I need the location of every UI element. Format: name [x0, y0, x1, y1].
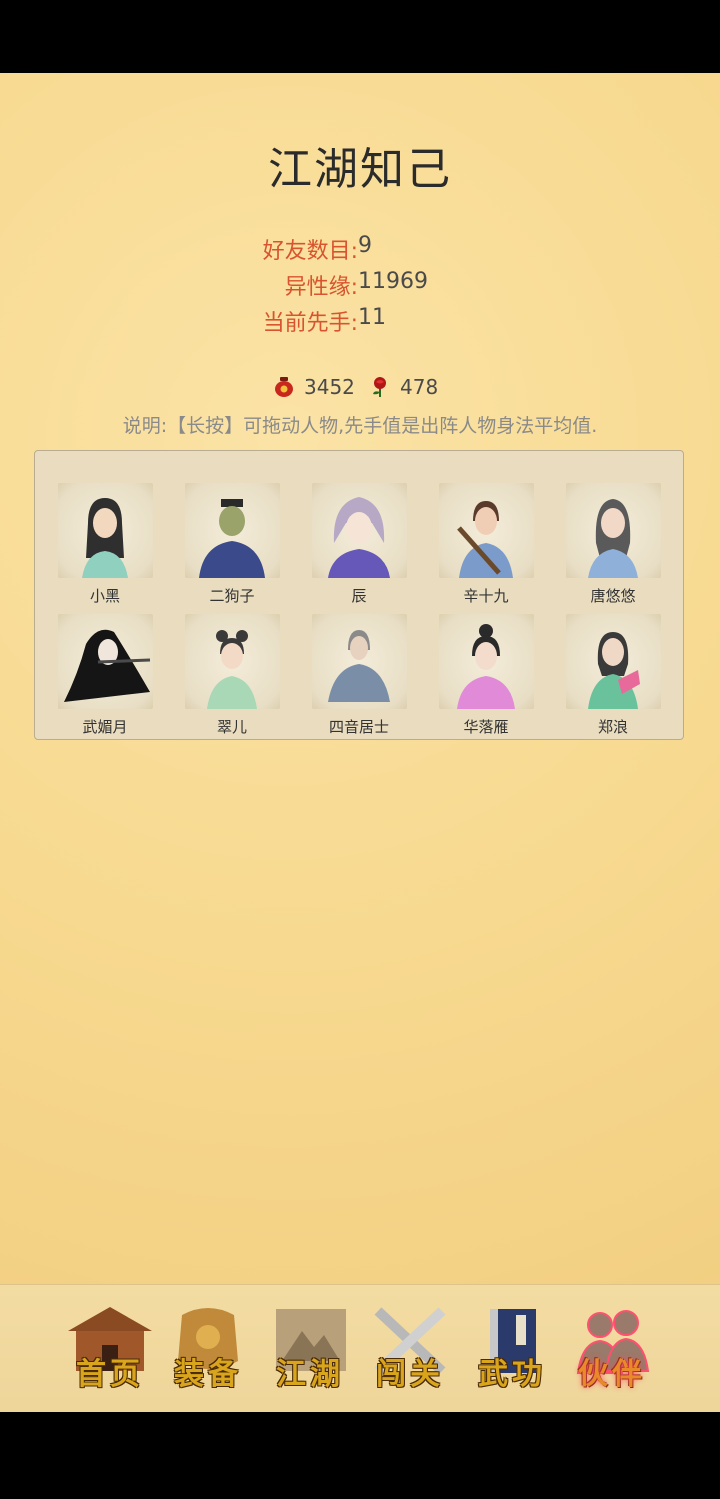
rose-icon: [373, 377, 386, 397]
stat-value: 11969: [358, 269, 428, 294]
nav-label: 伙伴: [578, 1357, 646, 1392]
companion-grid: 小黑 二狗子 辰 辛十九 唐悠悠 武媚月 翠儿 四音居士 华落雁 郑浪: [34, 450, 684, 740]
companion-name: 辰: [351, 587, 367, 605]
stat-label: 异性缘:: [284, 275, 358, 300]
companion-name: 小黑: [89, 587, 120, 605]
nav-label: 首页: [76, 1357, 144, 1392]
companion-name: 郑浪: [597, 718, 628, 736]
companion-portrait: [185, 614, 280, 709]
companion-card[interactable]: 华落雁: [436, 614, 536, 742]
companion-name: 四音居士: [328, 718, 389, 736]
nav-home[interactable]: 首页: [62, 1301, 158, 1401]
companion-card[interactable]: 辰: [309, 483, 409, 611]
companion-name: 武媚月: [82, 718, 128, 736]
companion-card[interactable]: 武媚月: [55, 614, 155, 742]
companion-portrait: [185, 483, 280, 578]
currency-bar: 3452 478: [0, 375, 720, 405]
stat-value: 9: [358, 233, 372, 258]
companion-name: 华落雁: [463, 718, 509, 736]
stat-charm: 异性缘: 11969: [0, 269, 720, 305]
companion-name: 二狗子: [209, 587, 255, 605]
system-nav-bar: [0, 1412, 720, 1499]
companion-card[interactable]: 四音居士: [309, 614, 409, 742]
nav-equipment[interactable]: 装备: [160, 1301, 256, 1401]
companion-card[interactable]: 小黑: [55, 483, 155, 611]
companion-name: 唐悠悠: [590, 587, 636, 605]
stat-initiative: 当前先手: 11: [0, 305, 720, 341]
nav-label: 闯关: [376, 1357, 444, 1392]
nav-challenge[interactable]: 闯关: [362, 1301, 458, 1401]
companion-portrait: [312, 614, 407, 709]
status-bar: [0, 0, 720, 73]
nav-companions[interactable]: 伙伴: [564, 1301, 660, 1401]
stat-friend-count: 好友数目: 9: [0, 233, 720, 269]
companion-portrait: [58, 483, 153, 578]
companion-portrait: [58, 614, 153, 709]
stat-label: 当前先手:: [262, 311, 358, 336]
companion-card[interactable]: 唐悠悠: [563, 483, 663, 611]
page-title: 江湖知己: [268, 144, 452, 195]
nav-jianghu[interactable]: 江湖: [262, 1301, 358, 1401]
nav-label: 江湖: [276, 1357, 344, 1392]
companion-name: 翠儿: [216, 718, 247, 736]
nav-label: 武功: [478, 1357, 546, 1392]
stat-value: 11: [358, 305, 386, 330]
instruction-note: 说明:【长按】可拖动人物,先手值是出阵人物身法平均值.: [122, 415, 598, 437]
wine-count: 3452: [304, 375, 355, 399]
companion-name: 辛十九: [463, 587, 509, 605]
companion-portrait: [566, 614, 661, 709]
companion-portrait: [439, 483, 534, 578]
stat-label: 好友数目:: [262, 239, 358, 264]
companion-card[interactable]: 郑浪: [563, 614, 663, 742]
companion-portrait: [312, 483, 407, 578]
companions-page: 江湖知己 好友数目: 9 异性缘: 11969 当前先手: 11 3452 47…: [0, 73, 720, 1284]
nav-label: 装备: [174, 1357, 242, 1392]
rose-count: 478: [400, 375, 439, 399]
bottom-nav: 首页 装备 江湖 闯关 武功 伙伴: [0, 1284, 720, 1413]
wine-currency: 3452: [274, 375, 355, 399]
companion-portrait: [566, 483, 661, 578]
companion-card[interactable]: 二狗子: [182, 483, 282, 611]
rose-currency: 478: [370, 375, 438, 399]
companion-card[interactable]: 辛十九: [436, 483, 536, 611]
companion-portrait: [439, 614, 534, 709]
nav-martial-arts[interactable]: 武功: [464, 1301, 560, 1401]
companion-card[interactable]: 翠儿: [182, 614, 282, 742]
wine-jar-icon: [275, 377, 293, 397]
